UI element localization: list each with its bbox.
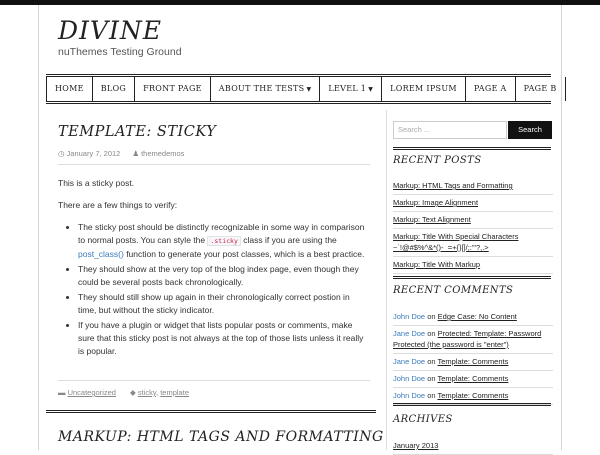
nav-lorem-ipsum[interactable]: LOREM IPSUM	[382, 77, 466, 101]
list-item: Markup: Text Alignment	[393, 212, 553, 229]
list-item: Markup: Title With Markup	[393, 257, 553, 274]
code-snippet: .sticky	[207, 236, 241, 246]
caret-down-icon: ▼	[306, 86, 312, 93]
widget-rule	[393, 276, 551, 279]
checklist: The sticky post should be distinctly rec…	[58, 221, 370, 358]
user-icon: ♟	[132, 149, 140, 158]
category-link[interactable]: Uncategorized	[68, 388, 116, 397]
sidebar-separator	[386, 110, 387, 450]
paragraph: There are a few things to verify:	[58, 200, 178, 210]
tag-icon: ◆	[129, 388, 136, 397]
list-item: If you have a plugin or widget that list…	[78, 319, 370, 358]
comment-author-link[interactable]: John Doe	[393, 374, 425, 383]
widget-rule	[393, 403, 551, 406]
list-item: Markup: HTML Tags and Formatting	[393, 178, 553, 195]
comment-post-link[interactable]: Template: Comments	[438, 357, 509, 366]
tag-link-template[interactable]: template	[160, 388, 189, 397]
list-item: Jane Doe on Template: Comments	[393, 354, 553, 371]
post-footer-meta: ▬ Uncategorized ◆ sticky, template	[58, 388, 189, 397]
nav-home[interactable]: HOME	[46, 77, 93, 101]
folder-icon: ▬	[58, 388, 66, 397]
paragraph: This is a sticky post.	[58, 178, 135, 188]
recent-posts-list: Markup: HTML Tags and Formatting Markup:…	[393, 178, 553, 274]
archives-list: January 2013	[393, 438, 553, 455]
post-title[interactable]: TEMPLATE: STICKY	[58, 124, 216, 140]
recent-post-link[interactable]: Markup: Image Alignment	[393, 198, 478, 207]
post-meta: ◷ January 7, 2012 ♟ themedemos	[58, 149, 184, 158]
recent-post-link[interactable]: Markup: HTML Tags and Formatting	[393, 181, 513, 190]
main-nav: HOME BLOG FRONT PAGE ABOUT THE TESTS ▼ LE…	[46, 74, 566, 104]
comment-author-link[interactable]: John Doe	[393, 312, 425, 321]
list-item: They should still show up again in their…	[78, 291, 370, 317]
nav-about-the-tests[interactable]: ABOUT THE TESTS ▼	[211, 77, 321, 101]
post-author[interactable]: ♟ themedemos	[132, 149, 184, 158]
recent-post-link[interactable]: Markup: Title With Special Characters ~`…	[393, 232, 518, 252]
caret-down-icon: ▼	[368, 86, 374, 93]
site-title[interactable]: DIVINE	[58, 16, 162, 45]
list-item: January 2013	[393, 438, 553, 455]
archives-title: ARCHIVES	[393, 414, 453, 425]
list-item: Jane Doe on Protected: Template: Passwor…	[393, 326, 553, 354]
recent-comments-title: RECENT COMMENTS	[393, 285, 514, 296]
nav-page-a[interactable]: PAGE A	[466, 77, 516, 101]
nav-front-page[interactable]: FRONT PAGE	[135, 77, 211, 101]
comment-author-link[interactable]: Jane Doe	[393, 357, 425, 366]
list-item: John Doe on Edge Case: No Content	[393, 309, 553, 326]
list-item: They should show at the very top of the …	[78, 263, 370, 289]
post-separator	[46, 410, 376, 413]
next-post-title[interactable]: MARKUP: HTML TAGS AND FORMATTING	[58, 429, 384, 445]
search-input[interactable]: Search ...	[393, 121, 507, 139]
comment-author-link[interactable]: Jane Doe	[393, 329, 425, 338]
comment-post-link[interactable]: Template: Comments	[438, 374, 509, 383]
post-date[interactable]: ◷ January 7, 2012	[58, 149, 120, 158]
comment-post-link[interactable]: Template: Comments	[438, 391, 509, 400]
post-content: This is a sticky post. There are a few t…	[58, 177, 370, 360]
tag-link-sticky[interactable]: sticky	[138, 388, 156, 397]
site-tagline: nuThemes Testing Ground	[58, 46, 182, 58]
recent-post-link[interactable]: Markup: Title With Markup	[393, 260, 480, 269]
recent-post-link[interactable]: Markup: Text Alignment	[393, 215, 471, 224]
list-item: The sticky post should be distinctly rec…	[78, 221, 370, 261]
list-item: Markup: Image Alignment	[393, 195, 553, 212]
footer-divider	[58, 380, 370, 381]
list-item: Markup: Title With Special Characters ~`…	[393, 229, 553, 257]
comment-author-link[interactable]: John Doe	[393, 391, 425, 400]
clock-icon: ◷	[58, 149, 65, 158]
recent-comments-list: John Doe on Edge Case: No Content Jane D…	[393, 309, 553, 405]
post-class-link[interactable]: post_class()	[78, 249, 124, 259]
widget-rule	[393, 147, 551, 150]
nav-level-1[interactable]: LEVEL 1 ▼	[320, 77, 383, 101]
search-button[interactable]: Search	[508, 121, 552, 139]
archive-link[interactable]: January 2013	[393, 441, 438, 450]
list-item: John Doe on Template: Comments	[393, 371, 553, 388]
meta-divider	[58, 164, 370, 165]
recent-posts-title: RECENT POSTS	[393, 155, 482, 166]
nav-blog[interactable]: BLOG	[93, 77, 136, 101]
nav-page-b[interactable]: PAGE B	[516, 77, 566, 101]
comment-post-link[interactable]: Edge Case: No Content	[438, 312, 517, 321]
